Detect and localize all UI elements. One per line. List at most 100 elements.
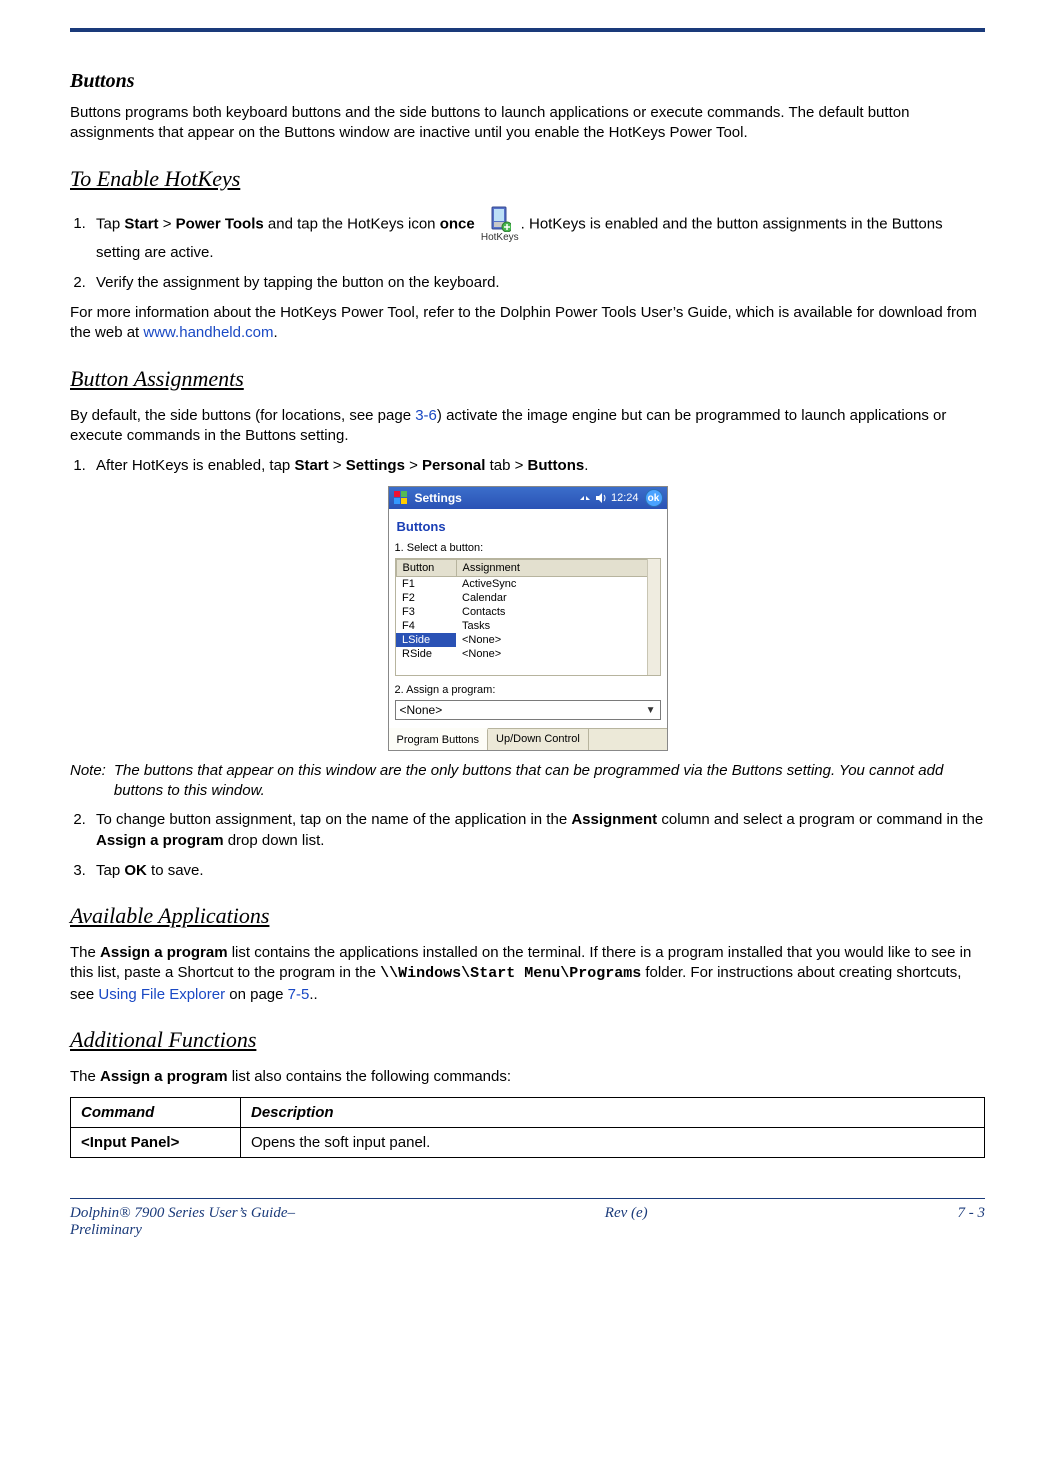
text: list also contains the following command… [228,1068,511,1085]
text: to save. [147,862,204,879]
page-content: Buttons Buttons programs both keyboard b… [0,32,1055,1168]
connectivity-icon [579,492,591,504]
button-list-row[interactable]: F3Contacts [396,605,659,619]
header-command: Command [71,1098,241,1128]
enable-steps: Tap Start > Power Tools and tap the HotK… [70,206,985,294]
button-list-row[interactable]: F2Calendar [396,591,659,605]
cell-button: F1 [396,577,456,592]
text: on page [225,986,288,1003]
note-text: The buttons that appear on this window a… [114,761,985,800]
header-description: Description [241,1098,985,1128]
cell-assignment: Calendar [456,591,659,605]
text: column and select a program or command i… [657,811,983,828]
cell-button: LSide [396,633,456,647]
heading-button-assignments: Button Assignments [70,366,985,392]
heading-enable-hotkeys: To Enable HotKeys [70,166,985,192]
cell-assignment: <None> [456,647,659,661]
button-list-row[interactable]: F1ActiveSync [396,577,659,592]
bold-start: Start [124,215,158,232]
enable-more-info: For more information about the HotKeys P… [70,303,985,344]
bold-powertools: Power Tools [176,215,264,232]
path-code: \\Windows\Start Menu\Programs [380,965,641,982]
assign-step-1: After HotKeys is enabled, tap Start > Se… [90,456,985,476]
text: and tap the HotKeys icon [264,215,440,232]
tab-program-buttons[interactable]: Program Buttons [389,728,489,750]
footer-rev: Rev (e) [295,1205,958,1222]
text: > [405,457,422,474]
tab-updown-control[interactable]: Up/Down Control [488,729,589,750]
volume-icon [595,492,607,504]
text: To change button assignment, tap on the … [96,811,571,828]
assign-step-2: To change button assignment, tap on the … [90,810,985,851]
button-list-row[interactable]: F4Tasks [396,619,659,633]
additional-functions-paragraph: The Assign a program list also contains … [70,1067,985,1087]
screenshot-body: Buttons 1. Select a button: Button Assig… [389,509,667,728]
text: Tap [96,215,124,232]
bold-buttons: Buttons [528,457,585,474]
link-using-file-explorer[interactable]: Using File Explorer [98,986,225,1003]
cell-button: F2 [396,591,456,605]
page-footer: Dolphin® 7900 Series User’s Guide– Preli… [0,1205,1055,1259]
assign-steps-part1: After HotKeys is enabled, tap Start > Se… [70,456,985,476]
available-apps-paragraph: The Assign a program list contains the a… [70,943,985,1005]
text: The [70,944,100,961]
cell-assignment: <None> [456,633,659,647]
screenshot-tabs: Program Buttons Up/Down Control [389,728,667,750]
text: By default, the side buttons (for locati… [70,407,415,424]
assign-program-dropdown[interactable]: <None> ▼ [395,700,661,720]
assign-intro: By default, the side buttons (for locati… [70,406,985,447]
text: drop down list. [224,832,325,849]
cell-button: F4 [396,619,456,633]
cell-assignment: ActiveSync [456,577,659,592]
screenshot-titlebar: Settings 12:24 ok [389,487,667,509]
bold-once: once [440,215,475,232]
cell-button: F3 [396,605,456,619]
button-list-table: Button Assignment F1ActiveSyncF2Calendar… [396,559,660,661]
text: . [273,324,277,341]
col-button[interactable]: Button [396,560,456,577]
cell-description: Opens the soft input panel. [241,1128,985,1158]
footer-page-number: 7 - 3 [958,1205,986,1222]
list-scrollbar[interactable] [647,559,660,675]
cell-assignment: Tasks [456,619,659,633]
hotkeys-icon-label: HotKeys [481,233,519,243]
bold-ok: OK [124,862,147,879]
screenshot-status-icons: 12:24 [579,492,639,504]
bold-settings: Settings [346,457,405,474]
bold-personal: Personal [422,457,485,474]
text: After HotKeys is enabled, tap [96,457,294,474]
bold-assignment: Assignment [571,811,657,828]
cmd-name: <Input Panel> [81,1134,179,1151]
chevron-down-icon: ▼ [646,705,656,716]
note-label: Note: [70,761,106,800]
button-list-row[interactable]: LSide<None> [396,633,659,647]
screenshot-step2-label: 2. Assign a program: [395,684,661,696]
footer-doc-title: Dolphin® 7900 Series User’s Guide– [70,1205,295,1221]
col-assignment[interactable]: Assignment [456,560,659,577]
table-row: <Input Panel> Opens the soft input panel… [71,1128,985,1158]
link-handheld[interactable]: www.handheld.com [143,324,273,341]
bold-assign-a-program: Assign a program [100,944,228,961]
text: Tap [96,862,124,879]
heading-additional-functions: Additional Functions [70,1027,985,1053]
button-list-box[interactable]: Button Assignment F1ActiveSyncF2Calendar… [395,558,661,676]
text [475,215,479,232]
table-header-row: Command Description [71,1098,985,1128]
text: The [70,1068,100,1085]
link-page-3-6[interactable]: 3-6 [415,407,437,424]
cell-assignment: Contacts [456,605,659,619]
text: > [329,457,346,474]
text: > [159,215,176,232]
link-page-7-5[interactable]: 7-5 [288,986,310,1003]
button-list-row[interactable]: RSide<None> [396,647,659,661]
assign-steps-part2: To change button assignment, tap on the … [70,810,985,881]
bold-assign-a-program: Assign a program [96,832,224,849]
hotkeys-icon-inline: HotKeys [481,206,519,243]
enable-step-2: Verify the assignment by tapping the but… [90,273,985,293]
windows-flag-icon [393,490,409,506]
footer-left: Dolphin® 7900 Series User’s Guide– Preli… [70,1205,295,1239]
ok-button[interactable]: ok [645,489,663,507]
assign-step-3: Tap OK to save. [90,861,985,881]
commands-table: Command Description <Input Panel> Opens … [70,1097,985,1158]
text: tab > [485,457,527,474]
